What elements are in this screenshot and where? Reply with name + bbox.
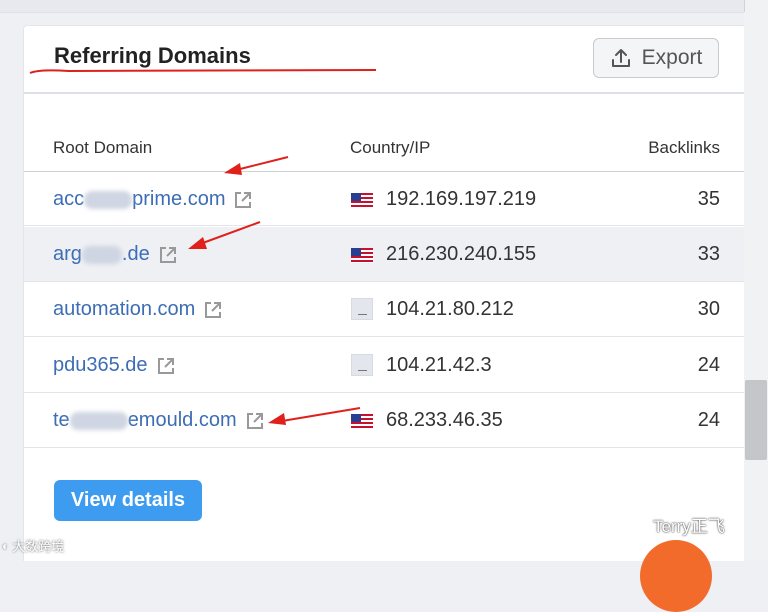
watermark-right: Terry正飞 <box>621 512 725 537</box>
watermark-logo-icon: ◐ <box>2 538 10 553</box>
wechat-icon <box>621 514 646 533</box>
red-arrow-annotation <box>188 156 361 425</box>
floating-action-blob[interactable] <box>640 540 712 612</box>
watermark-right-text: Terry正飞 <box>653 517 725 536</box>
watermark-left-text: 大数跨境 <box>12 539 65 554</box>
watermark-left: ◐ 大数跨境 <box>2 536 64 555</box>
